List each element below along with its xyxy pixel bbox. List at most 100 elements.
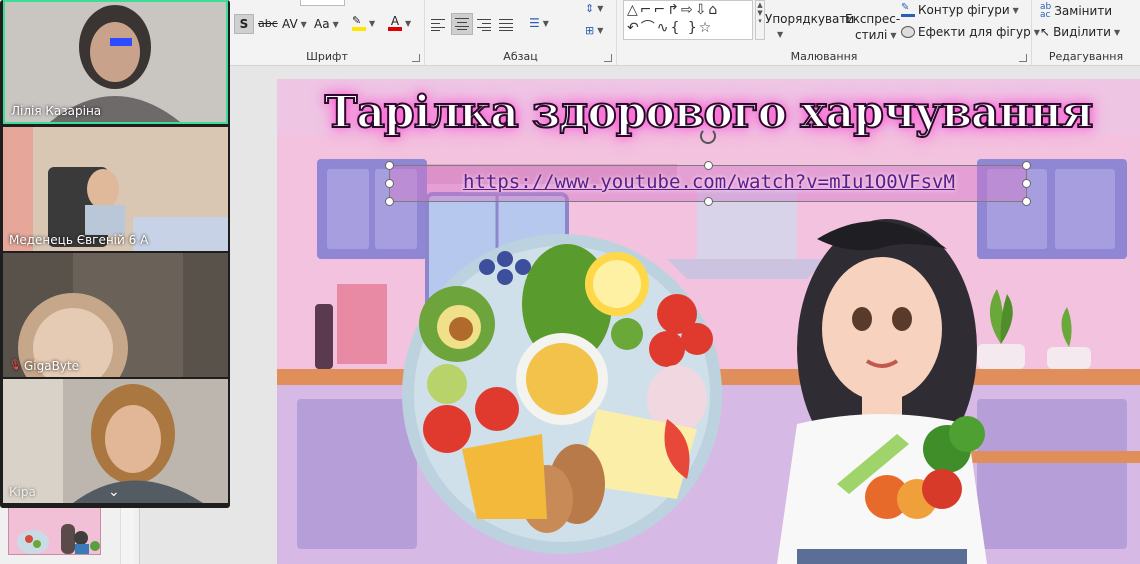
participant-name-row: Лілія Казаріна: [11, 104, 101, 118]
strikethrough-button[interactable]: abc: [258, 17, 278, 30]
chevron-down-icon: ▼: [405, 18, 412, 28]
cursor-icon: ↖: [1040, 25, 1051, 39]
participant-name: Кіра: [9, 485, 36, 499]
app-window: S abc AV ▼ Aa ▼ ✎ ▼ A ▼ Шрифт ☰ ▼ ⇕ ▼ ⊞ …: [0, 0, 1140, 564]
char-spacing-label: AV: [282, 17, 298, 31]
quick-styles-dropdown[interactable]: стилі ▼: [855, 28, 897, 42]
shapes-gallery-scroll[interactable]: ▲ ▼ ▾: [755, 0, 765, 40]
select-button[interactable]: ↖ Виділити ▼: [1040, 25, 1120, 39]
pen-icon: ✎: [901, 3, 915, 17]
chevron-down-icon: ▼: [597, 4, 604, 13]
slide-thumbnail-image: [9, 506, 100, 554]
editing-group: ab ac Замінити ↖ Виділити ▼ Редагування: [1032, 0, 1140, 66]
font-group-label: Шрифт: [306, 50, 348, 63]
shape-effects-button[interactable]: Ефекти для фігур ▼: [901, 25, 1040, 39]
select-label: Виділити: [1053, 25, 1111, 39]
resize-handle[interactable]: [385, 197, 394, 206]
video-call-panel: Лілія Казаріна Меденець Євгеній 6 А 🎙 Gi…: [0, 0, 230, 508]
resize-handle[interactable]: [1022, 197, 1031, 206]
participant-tile[interactable]: 🎙 GigaByte: [3, 253, 228, 377]
shape-outline-button[interactable]: ✎ Контур фігури ▼: [901, 3, 1019, 17]
slide-canvas[interactable]: Тарілка здорового харчування https://www…: [277, 79, 1140, 564]
align-center-icon: [455, 18, 469, 30]
justify-icon: [499, 19, 513, 31]
participant-name: Лілія Казаріна: [11, 104, 102, 118]
slide-thumbnail[interactable]: [8, 505, 101, 555]
chevron-down-icon: ▼: [1113, 27, 1121, 37]
quick-styles-button[interactable]: Експрес-: [845, 12, 900, 26]
change-case-button[interactable]: Aa ▼: [314, 17, 339, 31]
youtube-link[interactable]: https://www.youtube.com/watch?v=mIu1O0VF…: [390, 171, 1028, 193]
char-spacing-button[interactable]: AV ▼: [282, 17, 307, 31]
shapes-gallery[interactable]: △⌐⌐↱⇨⇩⌂ ↶⌒∿{ }☆: [623, 0, 753, 40]
chevron-down-icon: ▼: [777, 30, 784, 39]
highlight-button[interactable]: ✎ ▼: [352, 15, 375, 31]
quick-styles-label-2: стилі: [855, 28, 888, 42]
strikethrough-label: abc: [258, 17, 278, 30]
replace-button[interactable]: ab ac Замінити: [1040, 2, 1113, 20]
font-color-button[interactable]: A ▼: [388, 15, 411, 31]
columns-button[interactable]: ☰ ▼: [529, 16, 549, 30]
align-left-button[interactable]: [431, 15, 451, 35]
participant-name: GigaByte: [24, 359, 80, 373]
replace-label: Замінити: [1054, 4, 1113, 18]
arrange-dropdown[interactable]: ▼: [777, 30, 783, 39]
chevron-down-icon: ▼: [369, 18, 376, 28]
resize-handle[interactable]: [704, 197, 713, 206]
arrange-label: Упорядкувати: [765, 12, 855, 26]
justify-button[interactable]: [499, 15, 519, 35]
highlighter-icon: ✎: [352, 15, 366, 31]
participant-name-row: Кіра: [9, 485, 36, 499]
chevron-down-icon: ▼: [597, 26, 604, 35]
girl-face: [822, 257, 942, 401]
slide-illustration: [277, 79, 1140, 564]
tofu: [462, 434, 547, 519]
text-direction-button[interactable]: ⇕ ▼: [585, 2, 603, 15]
participant-name-row: 🎙 GigaByte: [9, 359, 79, 373]
participant-tile[interactable]: Лілія Казаріна: [3, 0, 228, 124]
drawing-group: △⌐⌐↱⇨⇩⌂ ↶⌒∿{ }☆ ▲ ▼ ▾ Упорядкувати ▼ Експре…: [617, 0, 1040, 66]
align-right-button[interactable]: [477, 15, 497, 35]
align-text-icon: ⊞: [585, 24, 595, 37]
arrange-button[interactable]: Упорядкувати: [765, 12, 854, 26]
dialog-launcher-icon[interactable]: [412, 54, 420, 62]
paragraph-group-label: Абзац: [503, 50, 538, 63]
align-left-icon: [431, 19, 445, 31]
participant-tile[interactable]: Меденець Євгеній 6 А: [3, 127, 228, 251]
replace-icon: ab ac: [1040, 2, 1052, 20]
resize-handle[interactable]: [704, 161, 713, 170]
participant-name-row: Меденець Євгеній 6 А: [9, 233, 148, 247]
align-text-button[interactable]: ⊞ ▼: [585, 24, 603, 37]
chevron-down-icon: ▼: [890, 30, 897, 40]
change-case-label: Aa: [314, 17, 330, 31]
shape-effects-label: Ефекти для фігур: [918, 25, 1031, 39]
font-color-icon: A: [388, 15, 402, 31]
align-right-icon: [477, 19, 491, 31]
font-size-box[interactable]: [300, 0, 345, 6]
dialog-launcher-icon[interactable]: [1019, 54, 1027, 62]
resize-handle[interactable]: [385, 161, 394, 170]
resize-handle[interactable]: [1022, 161, 1031, 170]
shadow-button[interactable]: S: [234, 14, 254, 34]
quick-styles-label-1: Експрес-: [845, 12, 901, 26]
resize-handle[interactable]: [385, 179, 394, 188]
chevron-down-icon: ▼: [1012, 5, 1019, 15]
columns-icon: ☰: [529, 16, 540, 30]
font-group: S abc AV ▼ Aa ▼ ✎ ▼ A ▼ Шрифт: [230, 0, 425, 66]
chevron-down-icon: ▼: [300, 19, 307, 29]
shape-outline-label: Контур фігури: [918, 3, 1010, 17]
cucumber: [427, 364, 467, 404]
paragraph-group: ☰ ▼ ⇕ ▼ ⊞ ▼ Абзац: [425, 0, 617, 66]
align-center-button[interactable]: [451, 13, 473, 35]
dialog-launcher-icon[interactable]: [604, 54, 612, 62]
chickpeas: [526, 343, 598, 415]
rotate-handle-icon[interactable]: [700, 128, 716, 144]
chevron-down-icon: ▼: [542, 18, 549, 28]
link-textbox[interactable]: https://www.youtube.com/watch?v=mIu1O0VF…: [385, 128, 1031, 206]
chevron-down-icon[interactable]: ⌄: [108, 484, 120, 500]
resize-handle[interactable]: [1022, 179, 1031, 188]
chevron-down-icon: ▼: [332, 19, 339, 29]
mic-muted-icon: 🎙: [9, 360, 22, 371]
drawing-group-label: Малювання: [790, 50, 858, 63]
participant-name: Меденець Євгеній 6 А: [9, 233, 149, 247]
